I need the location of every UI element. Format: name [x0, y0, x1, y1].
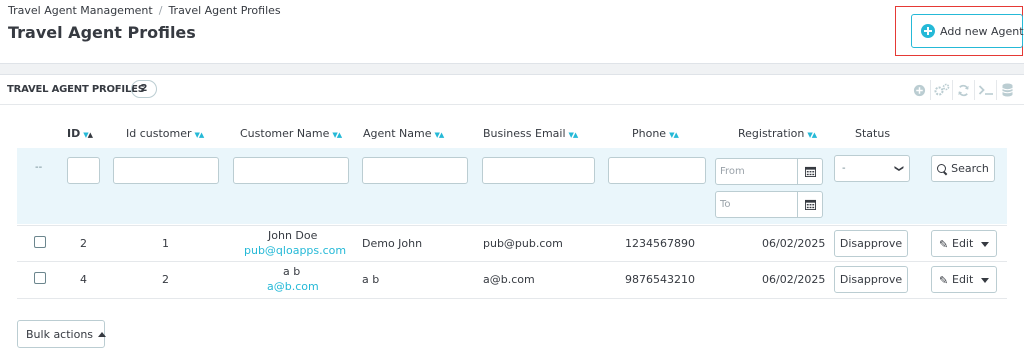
pencil-icon: ✎	[939, 238, 949, 251]
caret-up-icon	[98, 331, 107, 337]
calendar-icon[interactable]	[798, 191, 823, 218]
breadcrumb-parent-link[interactable]: Travel Agent Management	[8, 4, 153, 17]
column-label: Phone	[632, 127, 667, 140]
sort-arrows-icon[interactable]: ▼▲	[435, 131, 445, 139]
column-header-id-customer[interactable]: Id customer ▼▲	[126, 127, 205, 140]
refresh-icon[interactable]	[952, 80, 974, 100]
disapprove-button[interactable]: Disapprove	[834, 230, 908, 257]
cell-phone: 9876543210	[625, 273, 695, 286]
caret-down-icon[interactable]	[981, 242, 989, 247]
add-new-agent-label: Add new Agent	[940, 24, 1024, 38]
select-value: -	[842, 163, 846, 174]
row-divider	[17, 225, 1007, 226]
filter-phone-input[interactable]	[608, 157, 706, 184]
column-header-business-email[interactable]: Business Email ▼▲	[483, 127, 579, 140]
cell-agent-name: a b	[362, 273, 380, 286]
sort-arrows-icon[interactable]: ▼▲	[669, 131, 679, 139]
row-checkbox[interactable]	[34, 272, 46, 284]
database-icon[interactable]	[996, 80, 1018, 100]
breadcrumb-separator: /	[158, 4, 163, 17]
column-label: Id customer	[126, 127, 192, 140]
add-new-agent-button[interactable]: Add new Agent	[911, 14, 1024, 48]
column-label: Registration	[738, 127, 805, 140]
cell-customer-name: John Doe	[268, 229, 318, 242]
sql-query-icon[interactable]	[974, 80, 996, 100]
column-label: Business Email	[483, 127, 566, 140]
row-divider	[17, 298, 1007, 299]
cell-customer-email-link[interactable]: pub@qloapps.com	[244, 244, 346, 257]
plus-circle-icon	[921, 24, 935, 38]
column-label: Agent Name	[363, 127, 432, 140]
cell-registration: 06/02/2025	[762, 237, 826, 250]
bulk-actions-label: Bulk actions	[26, 327, 94, 341]
row-divider	[17, 261, 1007, 262]
page-title: Travel Agent Profiles	[8, 23, 196, 42]
search-label: Search	[951, 162, 989, 175]
sort-arrows-icon[interactable]: ▼▲	[569, 131, 579, 139]
cell-phone: 1234567890	[625, 237, 695, 250]
count-badge: 2	[131, 80, 157, 98]
filter-id-customer-input[interactable]	[113, 157, 219, 184]
column-header-phone[interactable]: Phone ▼▲	[632, 127, 679, 140]
edit-label: Edit	[952, 273, 974, 286]
edit-label: Edit	[952, 237, 974, 250]
disapprove-button[interactable]: Disapprove	[834, 266, 908, 293]
sort-arrows-icon[interactable]: ▼▲	[83, 131, 93, 139]
filter-date-to-input[interactable]: To	[715, 191, 798, 218]
breadcrumb: Travel Agent Management / Travel Agent Pro…	[8, 4, 281, 17]
sort-arrows-icon[interactable]: ▼▲	[807, 131, 817, 139]
column-header-id[interactable]: ID ▼▲	[67, 127, 93, 140]
sort-arrows-icon[interactable]: ▼▲	[195, 131, 205, 139]
column-header-customer-name[interactable]: Customer Name ▼▲	[240, 127, 342, 140]
cell-customer-name: a b	[283, 265, 301, 278]
column-header-registration[interactable]: Registration ▼▲	[738, 127, 817, 140]
bulk-actions-button[interactable]: Bulk actions	[17, 320, 107, 348]
filter-business-email-input[interactable]	[482, 157, 595, 184]
column-header-status: Status	[855, 127, 890, 140]
filter-status-select[interactable]: - ❯	[834, 155, 910, 182]
chevron-down-icon: ❯	[893, 164, 904, 173]
column-header-agent-name[interactable]: Agent Name ▼▲	[363, 127, 445, 140]
cell-id: 2	[80, 237, 87, 250]
breadcrumb-current: Travel Agent Profiles	[168, 4, 281, 17]
filter-row: -- From To - ❯ Search	[17, 148, 1007, 224]
edit-button-group[interactable]: ✎ Edit	[931, 230, 997, 257]
cell-id-customer: 2	[162, 273, 169, 286]
cell-id: 4	[80, 273, 87, 286]
sort-arrows-icon[interactable]: ▼▲	[332, 131, 342, 139]
cell-registration: 06/02/2025	[762, 273, 826, 286]
add-icon[interactable]	[908, 80, 930, 100]
pencil-icon: ✎	[939, 274, 949, 287]
row-checkbox[interactable]	[34, 236, 46, 248]
cell-agent-name: Demo John	[362, 237, 423, 250]
column-label: Status	[855, 127, 891, 140]
calendar-icon[interactable]	[798, 158, 823, 185]
column-label: ID	[67, 127, 81, 140]
page-header: Travel Agent Management / Travel Agent Pro…	[0, 0, 1024, 64]
filter-agent-name-input[interactable]	[362, 157, 468, 184]
cell-id-customer: 1	[162, 237, 169, 250]
panel-title: Travel Agent Profiles	[7, 84, 145, 95]
panel-heading: Travel Agent Profiles 2	[0, 75, 1024, 105]
filter-customer-name-input[interactable]	[233, 157, 349, 184]
search-button[interactable]: Search	[931, 155, 995, 182]
panel-toolbar	[908, 80, 1018, 100]
cell-customer-email-link[interactable]: a@b.com	[267, 280, 319, 293]
filter-date-from-input[interactable]: From	[715, 158, 798, 185]
settings-icon[interactable]	[930, 80, 952, 100]
search-icon	[937, 163, 947, 174]
edit-button-group[interactable]: ✎ Edit	[931, 266, 997, 293]
cell-business-email: a@b.com	[483, 273, 535, 286]
column-label: Customer Name	[240, 127, 330, 140]
caret-down-icon[interactable]	[981, 278, 989, 283]
cell-business-email: pub@pub.com	[483, 237, 563, 250]
filter-id-input[interactable]	[67, 157, 100, 184]
filter-placeholder-dash: --	[35, 162, 43, 173]
agents-panel: Travel Agent Profiles 2 ID ▼▲ Id customer…	[0, 74, 1024, 356]
